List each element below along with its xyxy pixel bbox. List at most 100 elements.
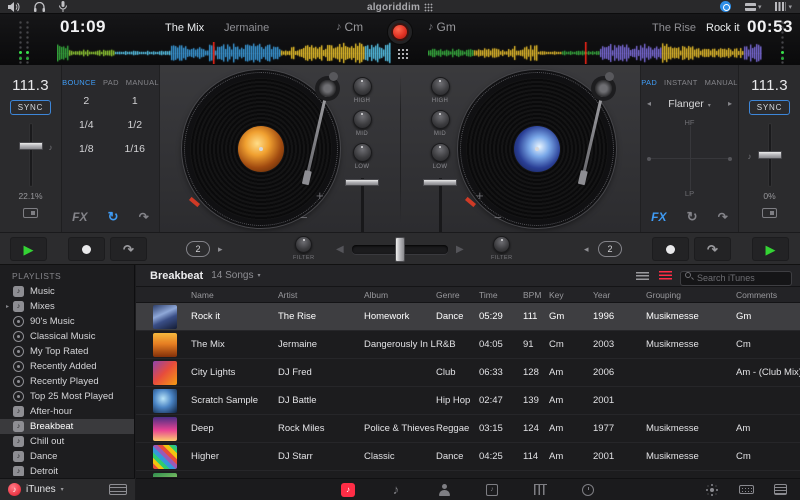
record-cue-button-a[interactable]	[68, 237, 105, 261]
tab-pad[interactable]: PAD	[103, 78, 119, 87]
tab-instant[interactable]: INSTANT	[664, 78, 698, 87]
track-row-partial[interactable]	[136, 471, 800, 477]
source-label[interactable]: iTunes	[26, 484, 56, 495]
sidebar-item-classical-music[interactable]: Classical Music	[0, 329, 134, 344]
toolbar-artists-button[interactable]	[436, 482, 452, 498]
volume-fader-handle[interactable]	[423, 179, 457, 186]
song-count[interactable]: 14 Songs	[211, 270, 253, 281]
column-header-time[interactable]: Time	[479, 287, 523, 303]
track-row-the-mix[interactable]: The Mix Jermaine Dangerously In LoveR&B 04:…	[136, 331, 800, 359]
cue-jump-b-icon[interactable]: ↷	[718, 210, 728, 224]
loop-length-badge-a[interactable]: 2	[186, 241, 210, 257]
toolbar-brightness-button[interactable]	[704, 482, 720, 498]
microphone-icon[interactable]	[59, 1, 67, 12]
fx-toggle-a[interactable]: FX	[72, 210, 87, 224]
play-button-a[interactable]: ▶	[10, 237, 47, 261]
track-row-city-lights[interactable]: City Lights DJ Fred Club 06:33 128 Am 2006 Am -…	[136, 359, 800, 387]
fx-name[interactable]: Flanger	[668, 98, 704, 110]
tonearm-b[interactable]	[576, 72, 614, 193]
column-header-genre[interactable]: Genre	[436, 287, 479, 303]
zoom-out-icon[interactable]: −	[494, 211, 502, 224]
fx-next-icon[interactable]: ▸	[728, 99, 732, 108]
fx-xy-pad[interactable]: HF LP	[641, 116, 738, 200]
cue-jump-a-icon[interactable]: ↷	[139, 210, 149, 224]
pad-button[interactable]: 1/4	[62, 119, 111, 131]
sidebar-item-chill-out[interactable]: ♪ Chill out	[0, 434, 134, 449]
knob[interactable]	[295, 236, 313, 253]
fx-prev-icon[interactable]: ◂	[647, 99, 651, 108]
mixer-layout-button[interactable]: ▾	[775, 2, 792, 11]
column-header-bpm[interactable]: BPM	[523, 287, 549, 303]
sync-button-a[interactable]: SYNC	[9, 100, 52, 115]
volume-icon[interactable]	[8, 1, 20, 12]
search-input[interactable]	[680, 270, 792, 286]
sidebar-item-my-top-rated[interactable]: My Top Rated	[0, 344, 134, 359]
fx-toggle-b[interactable]: FX	[651, 210, 666, 224]
knob[interactable]	[493, 236, 511, 253]
eq-low-knob-b[interactable]	[430, 143, 450, 162]
zoom-in-icon[interactable]: +	[316, 189, 324, 202]
sidebar-item-music[interactable]: ♪ Music	[0, 284, 134, 299]
filter-knob-b[interactable]: FILTER	[491, 236, 513, 261]
eq-low-knob-a[interactable]	[352, 143, 372, 162]
pitch-fader-handle[interactable]	[18, 142, 43, 150]
eq-mid-knob-b[interactable]	[430, 110, 450, 129]
toolbar-mini-player-button[interactable]	[738, 482, 754, 498]
eq-high-knob-a[interactable]	[352, 77, 372, 96]
deck-layout-button[interactable]: ▾	[744, 2, 761, 11]
beat-grid-icon[interactable]	[397, 48, 408, 59]
loop-forward-icon[interactable]: ▸	[218, 244, 223, 255]
toolbar-queue-button[interactable]	[772, 482, 788, 498]
tab-manual[interactable]: MANUAL	[705, 78, 738, 87]
cue-jump-button-a[interactable]: ↷	[110, 237, 147, 261]
column-header-grouping[interactable]: Grouping	[646, 287, 736, 303]
play-button-b[interactable]: ▶	[752, 237, 789, 261]
headphones-icon[interactable]	[34, 1, 45, 12]
tab-pad[interactable]: PAD	[641, 78, 657, 87]
pitch-fader-handle[interactable]	[757, 151, 782, 159]
crossfade-right-icon[interactable]: ▶	[456, 244, 464, 255]
track-row-deep[interactable]: Deep Rock Miles Police & Thieves Reggae 03:1…	[136, 415, 800, 443]
waveform-deck-a[interactable]	[57, 42, 391, 64]
pad-button[interactable]: 1/2	[111, 119, 160, 131]
column-header-comments[interactable]: Comments	[736, 287, 800, 303]
volume-fader-b[interactable]	[421, 178, 459, 232]
sidebar-item-recently-added[interactable]: Recently Added	[0, 359, 134, 374]
toolbar-library-button[interactable]: ♪	[340, 482, 356, 498]
track-row-higher[interactable]: Higher DJ Starr Classic Dance 04:25 114 Am 2001…	[136, 443, 800, 471]
pad-button[interactable]: 1/8	[62, 143, 111, 155]
list-view-icon[interactable]	[636, 271, 649, 280]
eq-mid-knob-a[interactable]	[352, 110, 372, 129]
record-cue-button-b[interactable]	[652, 237, 689, 261]
sidebar-item-90-s-music[interactable]: 90's Music	[0, 314, 134, 329]
sidebar-item-detroit[interactable]: ♪ Detroit	[0, 464, 134, 476]
keylock-icon[interactable]	[762, 208, 777, 218]
loop-back-icon[interactable]: ◂	[584, 244, 589, 255]
pitch-fader-a[interactable]: ♪	[11, 124, 53, 186]
toolbar-history-button[interactable]	[580, 482, 596, 498]
loop-length-badge-b[interactable]: 2	[598, 241, 622, 257]
toolbar-albums-button[interactable]: ♪	[484, 482, 500, 498]
eq-high-knob-b[interactable]	[430, 77, 450, 96]
column-header-artist[interactable]: Artist	[278, 287, 364, 303]
track-row-scratch-sample[interactable]: Scratch Sample DJ Battle Hip Hop 02:47 139 Am…	[136, 387, 800, 415]
volume-fader-a[interactable]	[343, 178, 381, 232]
artwork-view-icon[interactable]	[659, 271, 672, 280]
sidebar-item-breakbeat[interactable]: ♪ Breakbeat	[0, 419, 134, 434]
pitch-fader-b[interactable]: ♪	[748, 124, 790, 186]
zoom-out-icon[interactable]: −	[300, 211, 308, 224]
status-blue-icon[interactable]	[719, 1, 731, 12]
sidebar-item-after-hour[interactable]: ♪ After-hour	[0, 404, 134, 419]
waveform-deck-b[interactable]	[428, 42, 762, 64]
tab-manual[interactable]: MANUAL	[126, 78, 159, 87]
sync-button-b[interactable]: SYNC	[748, 100, 791, 115]
tonearm-a[interactable]	[300, 72, 338, 193]
zoom-in-icon[interactable]: +	[476, 189, 484, 202]
toolbar-genres-button[interactable]	[532, 482, 548, 498]
pad-button[interactable]: 1	[111, 95, 160, 107]
queue-toggle-icon[interactable]	[109, 484, 127, 495]
loop-toggle-a-icon[interactable]: ↻	[108, 209, 119, 225]
crossfade-left-icon[interactable]: ◀	[336, 244, 344, 255]
sidebar-item-dance[interactable]: ♪ Dance	[0, 449, 134, 464]
tab-bounce[interactable]: BOUNCE	[62, 78, 96, 87]
